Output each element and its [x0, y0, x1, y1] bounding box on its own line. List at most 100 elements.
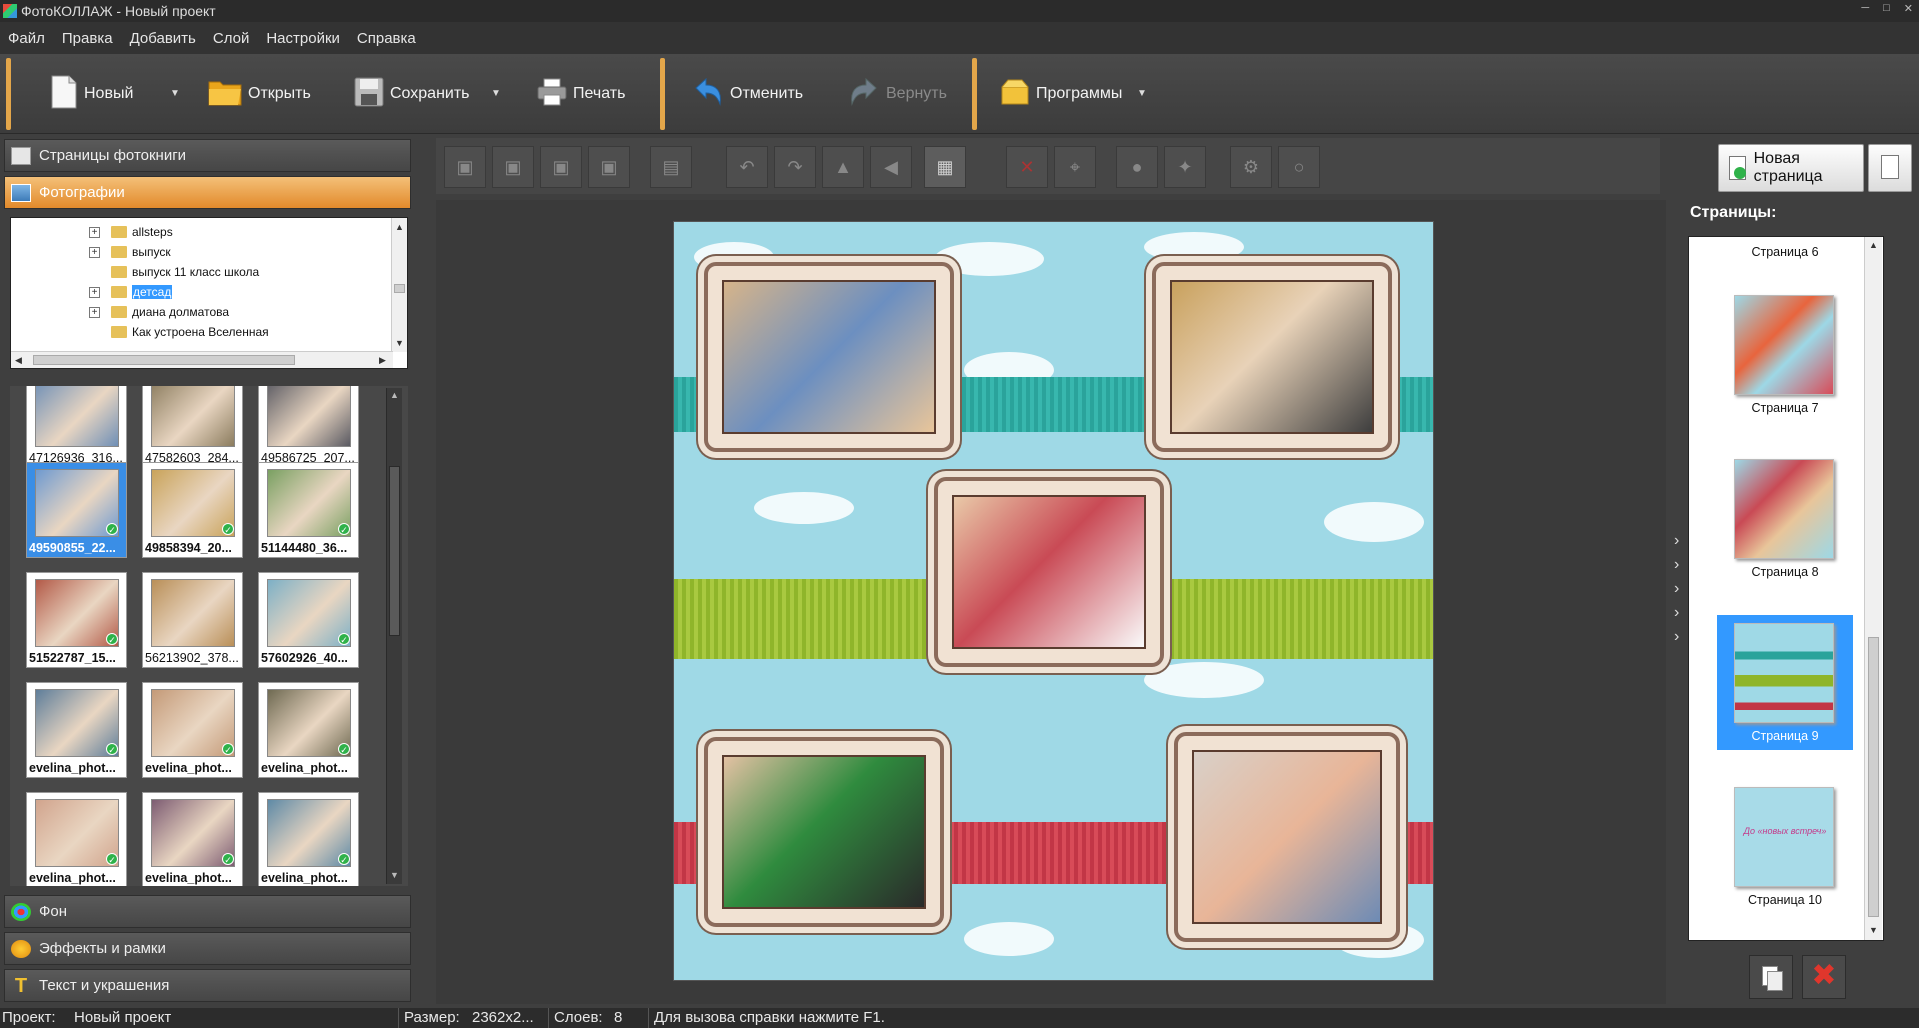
folder-tree[interactable]: + allsteps + выпуск выпуск 11 класс школа + де… — [10, 217, 408, 369]
photo-thumbnail[interactable]: ✓ 49858394_20... — [142, 462, 243, 558]
pages-scrollbar[interactable]: ▲ ▼ — [1864, 237, 1882, 940]
rotate-right-icon[interactable]: ↷ — [774, 146, 816, 188]
tree-item[interactable]: + детсад — [11, 282, 391, 302]
lock-icon[interactable]: ○ — [1278, 146, 1320, 188]
photo-thumbnail[interactable]: 47582603_284... — [142, 386, 243, 468]
new-dropdown-icon[interactable]: ▼ — [170, 88, 180, 99]
maximize-icon[interactable]: □ — [1883, 2, 1890, 15]
bring-to-front-icon[interactable]: ▣ — [444, 146, 486, 188]
expand-plus-icon[interactable]: + — [89, 246, 100, 258]
copy-page-button[interactable] — [1749, 955, 1793, 999]
tree-item[interactable]: + выпуск — [11, 242, 391, 262]
scroll-left-icon[interactable]: ◀ — [15, 355, 22, 366]
tree-item[interactable]: + allsteps — [11, 222, 391, 242]
background-section[interactable]: Фон — [4, 895, 411, 928]
photo-thumbnail[interactable]: ✓ evelina_phot... — [258, 792, 359, 886]
photo-thumbnail[interactable]: ✓ 49590855_22... — [26, 462, 127, 558]
tree-hscroll-thumb[interactable] — [33, 355, 295, 365]
menu-file[interactable]: Файл — [8, 30, 45, 47]
expand-plus-icon[interactable]: + — [89, 306, 100, 318]
menu-edit[interactable]: Правка — [62, 30, 113, 47]
photo-frame[interactable] — [704, 262, 954, 452]
bring-forward-icon[interactable]: ▣ — [492, 146, 534, 188]
photo-frame[interactable] — [934, 477, 1164, 667]
thumbnails-scrollbar[interactable]: ▲ ▼ — [386, 388, 402, 884]
photo-thumbnail[interactable]: ✓ 51144480_36... — [258, 462, 359, 558]
page-settings-button[interactable] — [1868, 144, 1912, 192]
flip-vertical-icon[interactable]: ◀ — [870, 146, 912, 188]
open-button[interactable]: Открыть — [208, 66, 311, 122]
photo-thumbnail[interactable]: 47126936_316... — [26, 386, 127, 468]
programs-dropdown-icon[interactable]: ▼ — [1137, 88, 1147, 99]
photos-section[interactable]: Фотографии — [4, 176, 411, 209]
scroll-up-icon[interactable]: ▲ — [1869, 240, 1878, 250]
page-item-10[interactable]: До «новых встреч» Страница 10 — [1717, 779, 1853, 914]
page-item-9[interactable]: Страница 9 — [1717, 615, 1853, 750]
scroll-up-icon[interactable]: ▲ — [390, 390, 399, 400]
crop-icon[interactable]: ⌖ — [1054, 146, 1096, 188]
photo-frame[interactable] — [1174, 732, 1400, 942]
scroll-up-icon[interactable]: ▲ — [395, 222, 404, 232]
photo-thumbnail[interactable]: ✓ 51522787_15... — [26, 572, 127, 668]
tree-item[interactable]: + диана долматова — [11, 302, 391, 322]
photo-thumbnail[interactable]: 56213902_378... — [142, 572, 243, 668]
photo-thumbnail[interactable]: ✓ evelina_phot... — [142, 792, 243, 886]
expand-plus-icon[interactable]: + — [89, 226, 100, 238]
send-backward-icon[interactable]: ▣ — [540, 146, 582, 188]
undo-button[interactable]: Отменить — [692, 66, 803, 122]
photo-thumbnail[interactable]: 49586725_207... — [258, 386, 359, 468]
menu-add[interactable]: Добавить — [130, 30, 196, 47]
chevron-right-icon[interactable]: › — [1674, 532, 1679, 550]
chevron-right-icon[interactable]: › — [1674, 556, 1679, 574]
menu-help[interactable]: Справка — [357, 30, 416, 47]
magic-wand-icon[interactable]: ✦ — [1164, 146, 1206, 188]
rotate-left-icon[interactable]: ↶ — [726, 146, 768, 188]
new-button[interactable]: Новый — [50, 66, 133, 122]
fill-page-icon[interactable]: ▦ — [924, 146, 966, 188]
redo-button[interactable]: Вернуть — [848, 66, 947, 122]
close-icon[interactable]: ✕ — [1904, 2, 1913, 15]
photo-frame[interactable] — [1152, 262, 1392, 452]
tree-scroll-thumb[interactable] — [394, 284, 405, 293]
effects-apple-icon[interactable]: ● — [1116, 146, 1158, 188]
page-item-8[interactable]: Страница 8 — [1717, 451, 1853, 586]
scroll-down-icon[interactable]: ▼ — [1869, 925, 1878, 935]
scroll-down-icon[interactable]: ▼ — [390, 870, 399, 880]
photo-thumbnail[interactable]: ✓ evelina_phot... — [26, 682, 127, 778]
chevron-right-icon[interactable]: › — [1674, 580, 1679, 598]
tree-vertical-scrollbar[interactable]: ▲ ▼ — [391, 218, 407, 352]
scroll-down-icon[interactable]: ▼ — [395, 338, 404, 348]
photo-thumbnail[interactable]: ✓ evelina_phot... — [26, 792, 127, 886]
photo-thumbnail[interactable]: ✓ evelina_phot... — [258, 682, 359, 778]
pages-scroll-thumb[interactable] — [1868, 637, 1879, 917]
photo-frame[interactable] — [704, 737, 944, 927]
minimize-icon[interactable]: ─ — [1861, 2, 1869, 15]
menu-settings[interactable]: Настройки — [266, 30, 340, 47]
save-dropdown-icon[interactable]: ▼ — [491, 88, 501, 99]
new-page-button[interactable]: Новая страница — [1718, 144, 1864, 192]
page-label[interactable]: Страница 6 — [1717, 245, 1853, 259]
collage-canvas[interactable] — [673, 221, 1434, 981]
delete-page-button[interactable]: ✖ — [1802, 955, 1846, 999]
scroll-right-icon[interactable]: ▶ — [379, 355, 386, 366]
tree-horizontal-scrollbar[interactable]: ◀ ▶ — [11, 351, 393, 368]
chevron-right-icon[interactable]: › — [1674, 628, 1679, 646]
thumbnails-scroll-thumb[interactable] — [389, 466, 400, 636]
gear-icon[interactable]: ⚙ — [1230, 146, 1272, 188]
flip-horizontal-icon[interactable]: ▲ — [822, 146, 864, 188]
print-button[interactable]: Печать — [537, 66, 625, 122]
photo-thumbnail[interactable]: ✓ evelina_phot... — [142, 682, 243, 778]
send-to-back-icon[interactable]: ▣ — [588, 146, 630, 188]
chevron-right-icon[interactable]: › — [1674, 604, 1679, 622]
menu-layer[interactable]: Слой — [213, 30, 249, 47]
expand-plus-icon[interactable]: + — [89, 286, 100, 298]
text-section[interactable]: T Текст и украшения — [4, 969, 411, 1002]
delete-layer-icon[interactable]: ✕ — [1006, 146, 1048, 188]
photobook-pages-section[interactable]: Страницы фотокниги — [4, 139, 411, 172]
save-button[interactable]: Сохранить — [354, 66, 470, 122]
tree-item[interactable]: выпуск 11 класс школа — [11, 262, 391, 282]
effects-section[interactable]: Эффекты и рамки — [4, 932, 411, 965]
page-item-7[interactable]: Страница 7 — [1717, 287, 1853, 422]
align-icon[interactable]: ▤ — [650, 146, 692, 188]
tree-item[interactable]: Как устроена Вселенная — [11, 322, 391, 342]
